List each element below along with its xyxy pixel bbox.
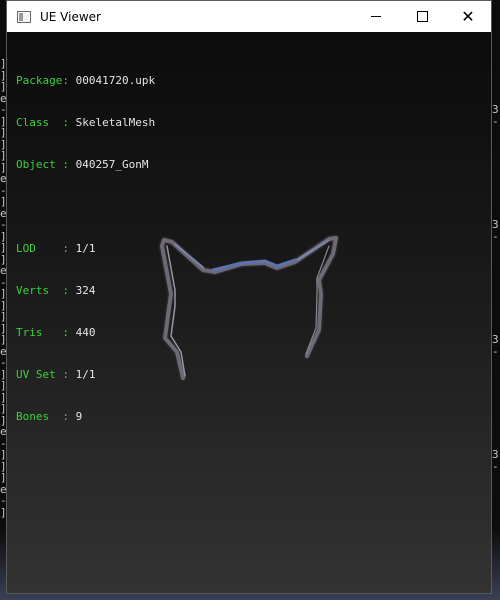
object-label: Object : [16, 158, 76, 171]
info-row-class: Class : SkeletalMesh [16, 116, 155, 130]
close-button[interactable]: ✕ [445, 1, 491, 32]
verts-label: Verts : [16, 284, 76, 297]
mesh-right-ear-highlight [296, 239, 330, 261]
ue-viewer-window: UE Viewer ✕ Package: 00041720.upk Class … [6, 0, 492, 594]
mesh-info-overlay: Package: 00041720.upk Class : SkeletalMe… [16, 46, 155, 452]
uvset-label: UV Set : [16, 368, 76, 381]
3d-viewport[interactable]: Package: 00041720.upk Class : SkeletalMe… [7, 32, 491, 593]
info-row-package: Package: 00041720.upk [16, 74, 155, 88]
lod-value: 1/1 [75, 242, 96, 255]
info-row-uvset: UV Set : 1/1 [16, 368, 155, 382]
window-title: UE Viewer [40, 9, 101, 24]
mesh-left-ear-highlight [174, 243, 205, 269]
lod-label: LOD : [16, 242, 76, 255]
info-row-tris: Tris : 440 [16, 326, 155, 340]
bones-label: Bones : [16, 410, 76, 423]
tris-value: 440 [75, 326, 96, 339]
app-icon[interactable] [17, 10, 31, 23]
title-bar[interactable]: UE Viewer ✕ [7, 1, 491, 32]
tris-label: Tris : [16, 326, 76, 339]
uvset-value: 1/1 [75, 368, 96, 381]
class-value: SkeletalMesh [75, 116, 156, 129]
object-value: 040257_GonM [75, 158, 149, 171]
background-console-right-text: 3 - 3 - 3 - 3 - [492, 103, 499, 473]
package-value: 00041720.upk [75, 74, 156, 87]
bones-value: 9 [75, 410, 83, 423]
maximize-button[interactable] [399, 1, 445, 32]
info-row-verts: Verts : 324 [16, 284, 155, 298]
info-row-bones: Bones : 9 [16, 410, 155, 424]
info-row-lod: LOD : 1/1 [16, 242, 155, 256]
info-row-object: Object : 040257_GonM [16, 158, 155, 172]
class-label: Class : [16, 116, 76, 129]
package-label: Package: [16, 74, 76, 87]
verts-value: 324 [75, 284, 96, 297]
minimize-button[interactable] [353, 1, 399, 32]
